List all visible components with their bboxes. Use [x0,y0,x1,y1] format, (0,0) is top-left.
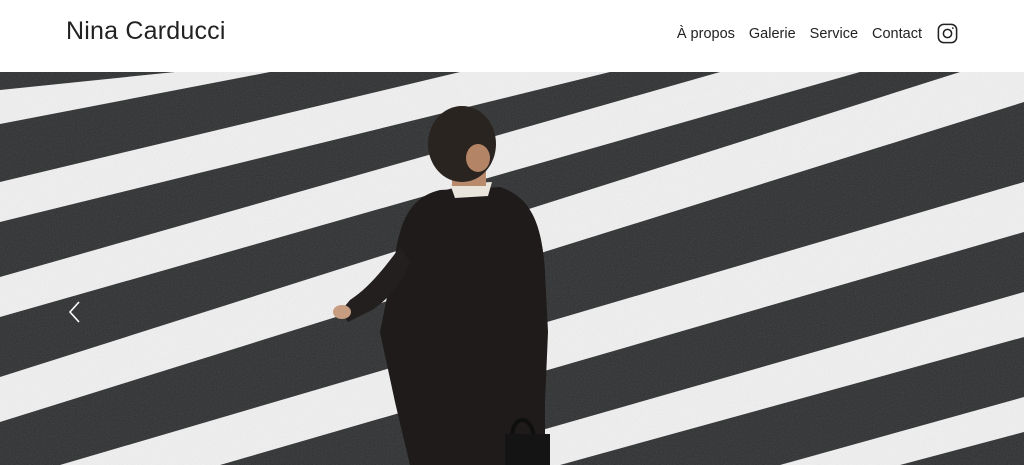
nav-link-service[interactable]: Service [810,26,858,42]
site-header: Nina Carducci À propos Galerie Service C… [0,0,1024,72]
carousel-image [0,72,1024,465]
main-nav: À propos Galerie Service Contact [677,22,959,45]
nav-link-galerie[interactable]: Galerie [749,26,796,42]
chevron-left-icon [68,301,80,323]
site-title[interactable]: Nina Carducci [66,17,226,46]
hero-carousel [0,72,1024,465]
carousel-prev-button[interactable] [62,292,86,332]
nav-link-a-propos[interactable]: À propos [677,26,735,42]
instagram-icon[interactable] [936,22,959,45]
nav-link-contact[interactable]: Contact [872,26,922,42]
